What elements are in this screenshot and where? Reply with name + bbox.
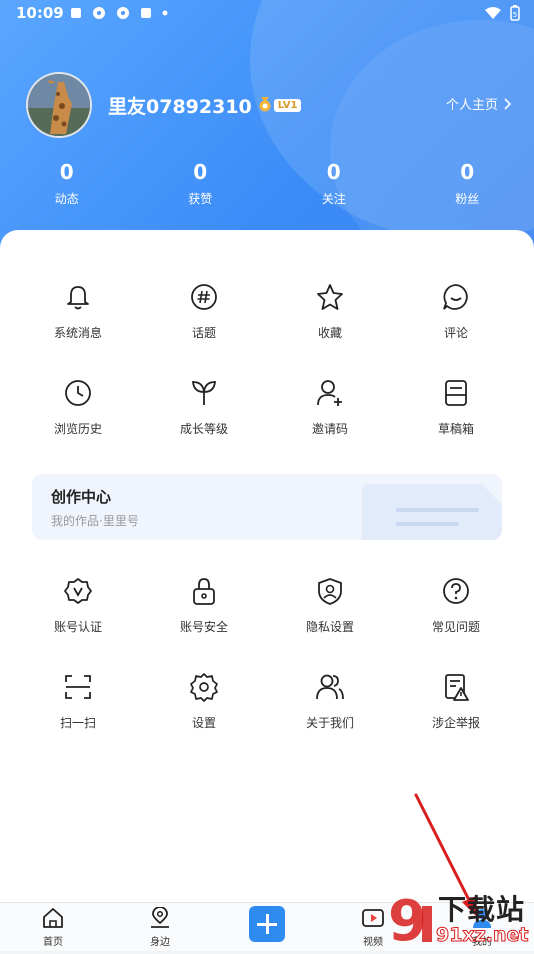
annotation-arrow (0, 0, 534, 950)
watermark-domain: 91xz.net (436, 924, 528, 946)
watermark-brand: 下载站 (438, 888, 525, 928)
watermark: 9 下载站 91xz.net (384, 880, 534, 950)
svg-text:9: 9 (388, 889, 427, 950)
